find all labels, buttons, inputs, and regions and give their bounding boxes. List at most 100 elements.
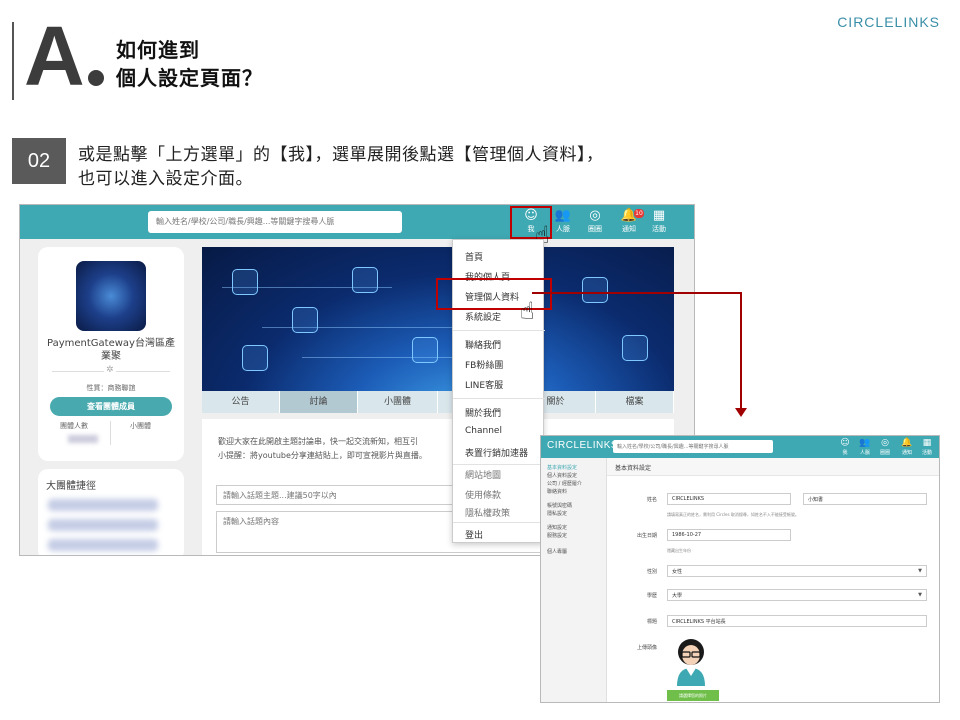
- nav-me[interactable]: ☺ 我: [835, 437, 855, 456]
- nav-notifications-label: 通知: [901, 450, 912, 456]
- menu-item-settings[interactable]: 系統設定: [465, 310, 501, 323]
- menu-item-line[interactable]: LINE客服: [465, 378, 503, 391]
- bell-icon: 🔔: [901, 438, 913, 448]
- sidebar-item-basic[interactable]: 基本資料設定: [547, 464, 577, 471]
- gender-select[interactable]: 女性 ▼: [667, 565, 927, 577]
- tab-announcements[interactable]: 公告: [202, 391, 280, 413]
- sidebar-item-personal-exclusive[interactable]: 個人專屬: [547, 548, 567, 555]
- nav-connections[interactable]: 👥 人脈: [855, 437, 875, 456]
- group-type: 性質：商務聯誼: [86, 384, 136, 392]
- nav-events[interactable]: ▦ 活動: [917, 437, 937, 456]
- menu-divider: [453, 398, 545, 399]
- nav-connections-label: 人脈: [859, 450, 870, 456]
- tab-discussion[interactable]: 討論: [280, 391, 358, 413]
- search-input[interactable]: 輸入姓名/學校/公司/職長/興趣...等關鍵字搜尋人脈: [148, 211, 402, 233]
- menu-item-contact[interactable]: 聯絡我們: [465, 338, 501, 351]
- sidebar-item-personal[interactable]: 個人資料設定: [547, 472, 577, 479]
- step-number-badge: 02: [12, 138, 66, 184]
- tab-subgroups[interactable]: 小團體: [358, 391, 438, 413]
- view-members-button[interactable]: 查看團體成員: [50, 397, 172, 416]
- blurred-shortcut[interactable]: [48, 499, 158, 511]
- arrow-down-icon: [735, 408, 747, 417]
- screenshot-profile-settings: CIRCLELINKS 輸入姓名/學校/公司/職長/興趣...等關鍵字搜尋人脈 …: [540, 435, 940, 703]
- profile-avatar: [677, 639, 705, 686]
- tab-files[interactable]: 檔案: [596, 391, 674, 413]
- birth-date-input[interactable]: 1986-10-27: [667, 529, 791, 541]
- sidebar-item-notify[interactable]: 通知設定: [547, 524, 567, 531]
- sidebar-item-privacy[interactable]: 隱私設定: [547, 510, 567, 517]
- hide-birth-year-checkbox[interactable]: 隱藏出生年份: [667, 548, 691, 554]
- menu-item-home[interactable]: 首頁: [465, 250, 483, 263]
- subgroup-count-label: 小團體: [130, 422, 151, 430]
- nav-events[interactable]: ▦ 活動: [642, 208, 676, 238]
- blurred-shortcut[interactable]: [48, 519, 158, 531]
- banner-node: [232, 269, 258, 295]
- brand-logo: CIRCLELINKS: [547, 440, 619, 451]
- upload-photo-button[interactable]: 請選擇您的照片: [667, 690, 719, 701]
- group-profile-card: PaymentGateway台灣區產業聚 ✲ 性質：商務聯誼 查看團體成員 團體…: [38, 247, 184, 461]
- search-input[interactable]: 輸入姓名/學校/公司/職長/興趣...等關鍵字搜尋人脈: [613, 440, 773, 453]
- menu-item-sitemap[interactable]: 網站地圖: [465, 468, 501, 481]
- group-avatar: [76, 261, 146, 331]
- stat-divider: [110, 421, 111, 445]
- chevron-down-icon: ▼: [918, 568, 922, 574]
- banner-node: [242, 345, 268, 371]
- group-banner-image: [202, 247, 674, 391]
- education-value: 大學: [672, 593, 683, 599]
- menu-item-accelerator[interactable]: 表置行銷加速器: [465, 446, 528, 459]
- headline-input[interactable]: CIRCLELINKS 平台站長: [667, 615, 927, 627]
- banner-node: [352, 267, 378, 293]
- birth-label: 出生日期: [636, 533, 657, 539]
- section-letter-dot: [88, 70, 104, 86]
- nav-circles-label: 圈圈: [588, 225, 602, 233]
- group-shortcut-card: 大團體捷徑: [38, 469, 184, 555]
- circles-icon: ◎: [589, 208, 601, 223]
- shortcut-title: 大團體捷徑: [46, 481, 96, 492]
- menu-item-privacy[interactable]: 隱私權政策: [465, 506, 510, 519]
- gender-label: 性別: [646, 569, 657, 575]
- menu-item-about[interactable]: 關於我們: [465, 406, 501, 419]
- nav-connections-label: 人脈: [556, 225, 570, 233]
- page-title-line2: 個人設定頁面？: [116, 66, 263, 90]
- menu-item-terms[interactable]: 使用條款: [465, 488, 501, 501]
- nav-me-label: 我: [842, 450, 848, 456]
- menu-item-fb[interactable]: FB粉絲團: [465, 358, 503, 371]
- sidebar-item-company[interactable]: 公司 / 經歷履介: [547, 480, 582, 487]
- name-input[interactable]: CIRCLELINKS: [667, 493, 791, 505]
- gender-value: 女性: [672, 569, 683, 575]
- name-label: 姓名: [646, 497, 657, 503]
- member-count-label: 團體人數: [60, 422, 88, 430]
- sidebar-item-contact[interactable]: 聯絡資料: [547, 488, 567, 495]
- nav-notifications[interactable]: 🔔 通知: [897, 437, 917, 456]
- people-icon: 👥: [859, 438, 871, 448]
- chevron-down-icon: ▼: [918, 592, 922, 598]
- banner-line: [302, 357, 462, 358]
- nav-circles-label: 圈圈: [879, 450, 890, 456]
- sidebar-item-account[interactable]: 帳號與密碼: [547, 502, 572, 509]
- nickname-input[interactable]: 小知書: [803, 493, 927, 505]
- gear-icon: ✲: [104, 365, 116, 375]
- calendar-icon: ▦: [922, 438, 932, 448]
- blurred-shortcut[interactable]: [48, 539, 158, 551]
- nav-circles[interactable]: ◎ 圈圈: [578, 208, 612, 238]
- step-instruction-line1: 或是點擊「上方選單」的【我】，選單展開後點選【管理個人資料】，: [78, 145, 604, 165]
- section-title: 基本資料設定: [607, 458, 939, 476]
- nav-events-label: 活動: [921, 450, 932, 456]
- banner-node: [292, 307, 318, 333]
- education-label: 學歷: [646, 593, 657, 599]
- connector-line: [740, 292, 742, 410]
- banner-node: [412, 337, 438, 363]
- sidebar-item-service[interactable]: 服務設定: [547, 532, 567, 539]
- nav-circles[interactable]: ◎ 圈圈: [875, 437, 895, 456]
- nav-notifications-label: 通知: [622, 225, 636, 233]
- blurred-count: [68, 435, 98, 443]
- education-select[interactable]: 大學 ▼: [667, 589, 927, 601]
- avatar-icon: ☺: [840, 438, 850, 448]
- connector-line: [532, 292, 742, 294]
- banner-node: [582, 277, 608, 303]
- headline-label: 標題: [646, 619, 657, 625]
- pointer-hand-icon: ☝: [520, 297, 535, 325]
- step-instruction-line2: 也可以進入設定介面。: [78, 169, 253, 189]
- menu-item-channel[interactable]: Channel: [465, 426, 502, 436]
- menu-item-logout[interactable]: 登出: [465, 528, 483, 541]
